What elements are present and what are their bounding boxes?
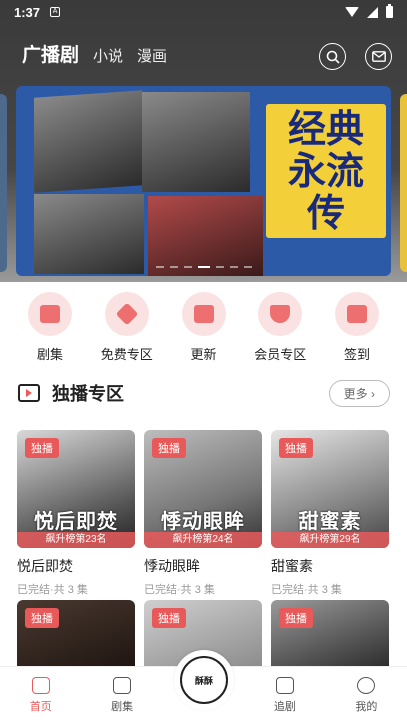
banner-slide[interactable]: 经典 永流 传 (16, 86, 391, 276)
banner-carousel[interactable]: 经典 永流 传 (0, 86, 407, 276)
cover-title-art: 甜蜜素 (298, 511, 362, 533)
cover-image: 独播 悦后即焚 飙升榜第23名 (17, 430, 135, 548)
tv-icon (18, 384, 40, 402)
nav-tab-comic[interactable]: 漫画 (137, 45, 167, 66)
cover-image: 独播 (17, 600, 135, 670)
card-title: 悦后即焚 (17, 558, 73, 574)
status-time: 1:37 (14, 4, 41, 20)
cover-title-art: 悸动眼眸 (161, 511, 245, 533)
carousel-dot (183, 266, 192, 268)
quick-item-series[interactable]: 剧集 (18, 292, 82, 363)
quick-label: 更新 (190, 347, 217, 362)
logo-text: 酥酥 (194, 675, 213, 686)
banner-prev-peek[interactable] (0, 94, 7, 272)
tab-mine[interactable]: 我的 (326, 667, 407, 723)
section-header: 独播专区 更多 › (18, 378, 390, 408)
series-icon (113, 676, 132, 694)
card-title: 甜蜜素 (271, 558, 313, 574)
exclusive-badge: 独播 (25, 438, 59, 458)
carousel-dot (243, 266, 252, 268)
carousel-dot-active (197, 266, 210, 268)
quick-item-checkin[interactable]: 签到 (325, 292, 389, 363)
drama-card[interactable]: 独播 (271, 600, 389, 670)
tab-follow[interactable]: 追剧 (244, 667, 325, 723)
banner-art-panel (34, 90, 142, 193)
drama-card[interactable]: 独播 (17, 600, 135, 670)
card-episodes: 已完结·共 3 集 (271, 584, 342, 596)
tv-icon (275, 676, 294, 694)
notification-icon: A (50, 7, 61, 17)
banner-art-panel (34, 194, 144, 274)
exclusive-badge: 独播 (152, 608, 186, 628)
search-icon[interactable] (319, 43, 346, 70)
quick-item-vip[interactable]: 会员专区 (248, 292, 312, 363)
drama-grid: 独播 悦后即焚 飙升榜第23名 悦后即焚 已完结·共 3 集 独播 悸动眼眸 飙… (17, 430, 390, 605)
top-nav: 广播剧 小说 漫画 (22, 40, 167, 67)
card-title: 悸动眼眸 (144, 558, 200, 574)
banner-art-panel (142, 92, 250, 192)
tab-label: 剧集 (111, 700, 134, 713)
quick-label: 剧集 (36, 347, 63, 362)
banner-title: 经典 永流 传 (266, 104, 386, 238)
status-bar: 1:37 A (0, 0, 407, 24)
tab-label: 追剧 (273, 700, 296, 713)
banner-art-panel (148, 196, 263, 276)
quick-label: 签到 (343, 347, 370, 362)
list-icon (181, 292, 226, 336)
rank-badge: 飙升榜第24名 (144, 532, 262, 548)
carousel-dot (215, 266, 224, 268)
cover-image: 独播 (271, 600, 389, 670)
center-logo-button[interactable]: 酥酥 (174, 650, 234, 710)
drama-card[interactable]: 独播 悦后即焚 飙升榜第23名 悦后即焚 已完结·共 3 集 (17, 430, 135, 597)
drama-card[interactable]: 独播 悸动眼眸 飙升榜第24名 悸动眼眸 已完结·共 3 集 (144, 430, 262, 597)
quick-item-update[interactable]: 更新 (172, 292, 236, 363)
banner-next-peek[interactable] (400, 94, 407, 272)
banner-title-line: 永流 (287, 149, 364, 193)
exclusive-badge: 独播 (152, 438, 186, 458)
gem-icon (258, 292, 303, 336)
banner-title-line: 经典 (287, 107, 364, 151)
quick-item-free[interactable]: 免费专区 (95, 292, 159, 363)
battery-icon (386, 4, 393, 18)
nav-tab-novel[interactable]: 小说 (93, 45, 123, 66)
cover-image: 独播 悸动眼眸 飙升榜第24名 (144, 430, 262, 548)
status-icons (345, 4, 393, 18)
logo-icon: 酥酥 (180, 656, 228, 704)
carousel-dot (169, 266, 178, 268)
quick-label: 免费专区 (100, 347, 153, 362)
more-button[interactable]: 更多 › (328, 379, 390, 407)
drama-card[interactable]: 独播 甜蜜素 飙升榜第29名 甜蜜素 已完结·共 3 集 (271, 430, 389, 597)
profile-icon (357, 676, 376, 694)
tab-label: 首页 (29, 700, 52, 713)
cover-title-art: 悦后即焚 (34, 511, 118, 533)
banner-title-line: 传 (306, 191, 345, 235)
rank-badge: 飙升榜第29名 (271, 532, 389, 548)
exclusive-badge: 独播 (279, 438, 313, 458)
carousel-dot (229, 266, 238, 268)
calendar-check-icon (335, 292, 379, 336)
nav-tab-radio-drama[interactable]: 广播剧 (22, 40, 79, 67)
carousel-dot (155, 266, 164, 268)
exclusive-badge: 独播 (279, 608, 313, 628)
tab-label: 我的 (355, 700, 378, 713)
tab-series[interactable]: 剧集 (81, 667, 162, 723)
tab-home[interactable]: 首页 (0, 667, 81, 723)
cover-image: 独播 甜蜜素 飙升榜第29名 (271, 430, 389, 548)
mail-icon[interactable] (365, 43, 392, 70)
tv-icon (28, 292, 72, 336)
carousel-dots (16, 266, 391, 268)
rank-badge: 飙升榜第23名 (17, 532, 135, 548)
quick-label: 会员专区 (254, 347, 307, 362)
diamond-icon (104, 292, 149, 336)
home-icon (31, 676, 50, 694)
section-title: 独播专区 (52, 384, 124, 404)
card-episodes: 已完结·共 3 集 (144, 584, 215, 596)
wifi-icon (345, 7, 359, 17)
signal-icon (367, 6, 378, 18)
card-episodes: 已完结·共 3 集 (17, 584, 88, 596)
quick-menu: 剧集 免费专区 更新 会员专区 签到 (0, 292, 407, 363)
exclusive-badge: 独播 (25, 608, 59, 628)
